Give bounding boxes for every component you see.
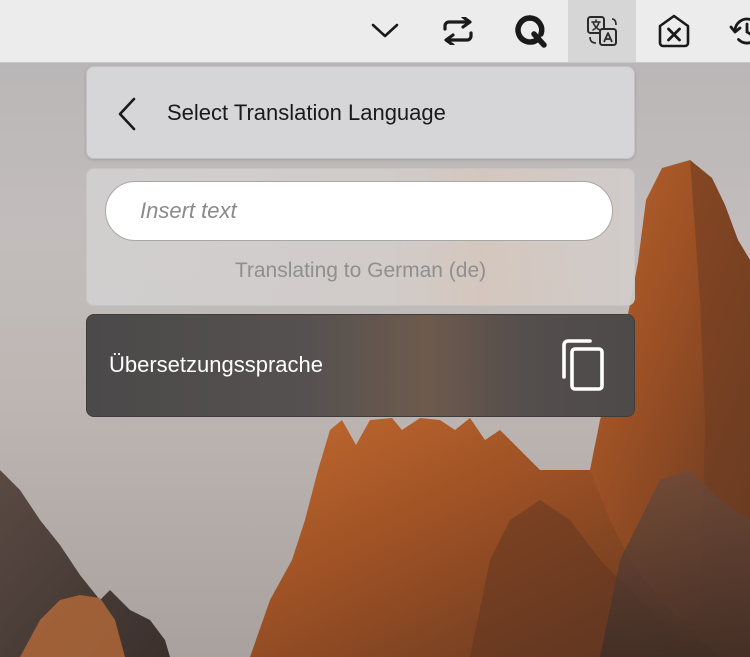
translation-result-text: Übersetzungssprache (109, 352, 324, 377)
translation-status: Translating to German (de) (234, 259, 487, 282)
history-button[interactable] (712, 0, 750, 62)
history-icon (729, 17, 750, 45)
chevron-down-button[interactable] (351, 0, 419, 62)
chevron-left-icon (118, 97, 136, 131)
translation-input-panel: Translating to German (de) (86, 168, 635, 306)
copy-button[interactable] (557, 337, 609, 393)
sync-arrows-icon (443, 17, 473, 45)
panel-title: Select Translation Language (167, 100, 446, 125)
copy-icon (562, 339, 604, 391)
close-box-button[interactable] (640, 0, 708, 62)
back-button[interactable] (115, 97, 139, 131)
chevron-down-icon (371, 23, 399, 38)
close-box-icon (658, 14, 690, 48)
translate-button[interactable] (568, 0, 636, 62)
q-app-icon (515, 15, 547, 48)
translate-icon (587, 16, 617, 46)
translation-result-panel[interactable]: Übersetzungssprache (86, 314, 635, 417)
q-app-button[interactable] (496, 0, 564, 62)
menu-bar (0, 0, 750, 63)
sync-button[interactable] (424, 0, 492, 62)
translation-text-input[interactable] (105, 181, 613, 241)
translation-header-panel: Select Translation Language (86, 66, 635, 159)
